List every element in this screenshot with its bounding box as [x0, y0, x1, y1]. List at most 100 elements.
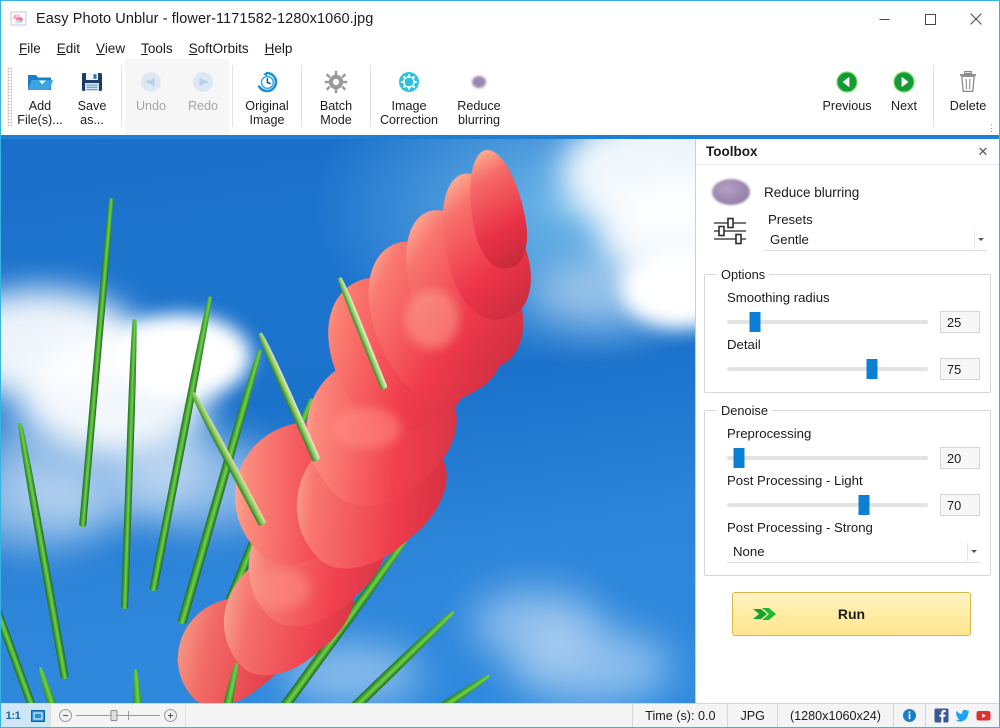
presets-label: Presets: [764, 212, 813, 227]
original-image-label-2: Image: [249, 113, 284, 127]
photo-preview: [1, 139, 695, 703]
reduce-blurring-icon: [464, 67, 494, 97]
equalizer-sliders-icon: [712, 216, 750, 246]
fit-to-window-icon: [30, 709, 46, 723]
post-processing-light-value[interactable]: 70: [940, 494, 980, 516]
minimize-button[interactable]: [861, 1, 907, 37]
reduce-blurring-button[interactable]: Reduce blurring: [444, 59, 514, 135]
status-bar: 1:1 Time (s): 0.0 JPG (1280x1060x24): [1, 703, 999, 727]
smoothing-radius-field: Smoothing radius 25: [715, 286, 980, 333]
maximize-button[interactable]: [907, 1, 953, 37]
original-image-button[interactable]: Original Image: [236, 59, 298, 135]
smoothing-radius-slider[interactable]: [727, 313, 928, 331]
preprocessing-slider[interactable]: [727, 449, 928, 467]
previous-label: Previous: [823, 99, 872, 113]
batch-mode-button[interactable]: Batch Mode: [305, 59, 367, 135]
preprocessing-label: Preprocessing: [727, 426, 980, 441]
previous-button[interactable]: Previous: [816, 59, 878, 135]
facebook-icon[interactable]: [934, 708, 949, 723]
image-correction-button[interactable]: Image Correction: [374, 59, 444, 135]
active-tool-header: Reduce blurring: [704, 173, 991, 207]
post-processing-light-field: Post Processing - Light 70: [715, 469, 980, 516]
toolbar-overflow-button[interactable]: ⋮: [987, 125, 996, 131]
toolbar-separator: [121, 65, 122, 127]
toolbox-header: Toolbox ✕: [696, 139, 999, 165]
history-clock-icon: [252, 67, 282, 97]
image-correction-label-1: Image: [391, 99, 426, 113]
denoise-legend: Denoise: [717, 403, 772, 418]
detail-slider[interactable]: [727, 360, 928, 378]
run-arrow-icon: [751, 604, 779, 624]
zoom-in-icon[interactable]: [164, 709, 177, 722]
menu-item-view[interactable]: View: [88, 39, 133, 58]
slider-thumb[interactable]: [858, 495, 869, 515]
window-controls: [861, 1, 999, 37]
undo-button[interactable]: Undo: [125, 59, 177, 135]
twitter-icon[interactable]: [955, 708, 970, 723]
status-dimensions: (1280x1060x24): [777, 704, 893, 727]
trash-icon: [953, 67, 983, 97]
menu-item-file[interactable]: File: [11, 39, 49, 58]
menu-item-softorbits[interactable]: SoftOrbits: [181, 39, 257, 58]
redo-button[interactable]: Redo: [177, 59, 229, 135]
zoom-out-icon[interactable]: [59, 709, 72, 722]
previous-arrow-icon: [832, 67, 862, 97]
add-files-button[interactable]: Add File(s)...: [14, 59, 66, 135]
post-processing-strong-dropdown[interactable]: None: [727, 541, 980, 563]
options-legend: Options: [717, 267, 769, 282]
youtube-icon[interactable]: [976, 708, 991, 723]
toolbar-drag-grip[interactable]: [7, 67, 12, 127]
gear-icon: [321, 67, 351, 97]
zoom-slider-line: [76, 715, 160, 716]
chevron-down-icon[interactable]: [974, 231, 987, 249]
presets-dropdown[interactable]: Gentle: [764, 229, 987, 251]
toolbox-close-icon[interactable]: ✕: [975, 144, 991, 160]
save-as-label-2: as...: [80, 113, 104, 127]
undo-arrow-icon: [136, 67, 166, 97]
run-button-area: Run: [704, 576, 991, 646]
window-title: Easy Photo Unblur - flower-1171582-1280x…: [36, 11, 373, 27]
zoom-one-to-one-button[interactable]: 1:1: [1, 704, 26, 727]
redo-label: Redo: [188, 99, 218, 113]
fit-to-window-button[interactable]: [26, 704, 51, 727]
detail-label: Detail: [727, 337, 980, 352]
toolbar-separator: [370, 65, 371, 127]
status-time: Time (s): 0.0: [632, 704, 727, 727]
slider-thumb[interactable]: [866, 359, 877, 379]
smoothing-radius-value[interactable]: 25: [940, 311, 980, 333]
slider-thumb[interactable]: [734, 448, 745, 468]
post-processing-strong-field: Post Processing - Strong None: [715, 516, 980, 563]
toolbar-separator: [232, 65, 233, 127]
petal-highlight: [251, 569, 311, 609]
cloud: [511, 629, 671, 703]
toolbox-body: Reduce blurring: [696, 165, 999, 703]
slider-track: [727, 503, 928, 507]
image-canvas[interactable]: [1, 139, 695, 703]
reduce-blurring-label-1: Reduce: [457, 99, 500, 113]
undo-label: Undo: [136, 99, 166, 113]
menu-item-edit[interactable]: Edit: [49, 39, 88, 58]
chevron-down-icon[interactable]: [967, 543, 980, 561]
toolbar-navigation-group: Previous Next: [816, 59, 999, 135]
preprocessing-value[interactable]: 20: [940, 447, 980, 469]
petal-highlight: [331, 407, 401, 449]
work-area: Toolbox ✕ Reduce blurring: [1, 139, 999, 703]
info-icon[interactable]: [902, 708, 917, 723]
menu-item-tools[interactable]: Tools: [133, 39, 181, 58]
save-as-button[interactable]: Save as...: [66, 59, 118, 135]
post-processing-light-slider[interactable]: [727, 496, 928, 514]
cloud: [531, 259, 671, 329]
zoom-slider[interactable]: [51, 704, 186, 727]
run-button[interactable]: Run: [732, 592, 971, 636]
menu-item-help[interactable]: Help: [257, 39, 301, 58]
active-tool-name: Reduce blurring: [764, 185, 859, 200]
next-button[interactable]: Next: [878, 59, 930, 135]
zoom-slider-knob[interactable]: [110, 710, 117, 721]
zoom-slider-track[interactable]: [76, 709, 160, 723]
close-button[interactable]: [953, 1, 999, 37]
detail-value[interactable]: 75: [940, 358, 980, 380]
smoothing-radius-label: Smoothing radius: [727, 290, 980, 305]
reduce-blurring-label-2: blurring: [458, 113, 500, 127]
slider-thumb[interactable]: [750, 312, 761, 332]
post-processing-strong-label: Post Processing - Strong: [727, 520, 980, 535]
